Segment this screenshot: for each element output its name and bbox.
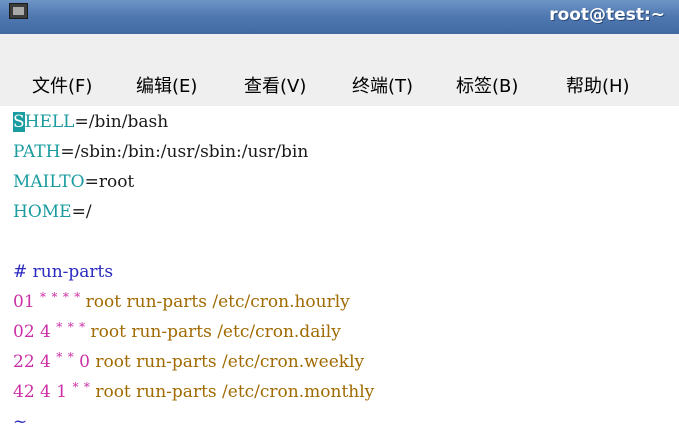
cron-day: 1 [56,382,68,402]
tilde-line: ~ [13,412,27,442]
env-value: /bin/bash [88,112,169,132]
cron-hour: 4 [40,382,51,402]
terminal-area[interactable]: SHELL=/bin/bash PATH=/sbin:/bin:/usr/sbi… [0,106,679,436]
cron-weekday: * [79,320,86,334]
window-title: root@test:~ [549,5,665,25]
cron-line-monthly: 42 4 1 * * root run-parts /etc/cron.mont… [13,380,375,412]
cron-line-hourly: 01 * * * * root run-parts /etc/cron.hour… [13,290,350,322]
cron-command: root run-parts /etc/cron.hourly [85,292,350,312]
menu-tabs[interactable]: 标签(B) [456,72,518,98]
cron-minute: 02 [13,322,35,342]
cron-weekday: 0 [79,352,90,372]
cron-day: * [56,320,63,334]
cron-hour: 4 [40,322,51,342]
cron-weekday: * [83,380,90,394]
env-value: /sbin:/bin:/usr/sbin:/usr/bin [74,142,309,162]
env-line-path: PATH=/sbin:/bin:/usr/sbin:/usr/bin [13,142,308,172]
cron-month: * [67,320,74,334]
title-bar[interactable]: root@test:~ [0,0,679,35]
cron-hour: * [40,290,47,304]
cron-day: * [56,350,63,364]
cron-day: * [51,290,58,304]
env-equals: = [74,112,89,132]
cron-minute: 01 [13,292,35,312]
env-equals: = [60,142,75,162]
cron-line-weekly: 22 4 * * 0 root run-parts /etc/cron.week… [13,350,365,382]
cron-hour: 4 [40,352,51,372]
cron-minute: 22 [13,352,35,372]
env-value: root [98,172,135,192]
comment-text: # run-parts [13,262,114,282]
cron-command: root run-parts /etc/cron.monthly [95,382,375,402]
cron-month: * [62,290,69,304]
cron-minute: 42 [13,382,35,402]
menu-edit[interactable]: 编辑(E) [136,72,197,98]
terminal-window-icon[interactable] [9,3,28,19]
text-cursor: S [13,112,25,132]
env-name: MAILTO [13,172,85,192]
menu-file[interactable]: 文件(F) [32,72,92,98]
cron-command: root run-parts /etc/cron.daily [90,322,341,342]
cron-month: * [67,350,74,364]
env-name: HELL [24,112,75,132]
menu-terminal[interactable]: 终端(T) [352,72,413,98]
cron-weekday: * [74,290,81,304]
menu-bar: 文件(F) 编辑(E) 查看(V) 终端(T) 标签(B) 帮助(H) [0,34,679,107]
cron-line-daily: 02 4 * * * root run-parts /etc/cron.dail… [13,320,341,352]
env-name: HOME [13,202,72,222]
env-equals: = [84,172,99,192]
comment-line: # run-parts [13,262,113,292]
menu-view[interactable]: 查看(V) [244,72,306,98]
cron-command: root run-parts /etc/cron.weekly [95,352,365,372]
env-name: PATH [13,142,61,162]
env-line-shell: SHELL=/bin/bash [13,112,168,142]
env-value: / [85,202,92,222]
env-equals: = [71,202,86,222]
env-line-mailto: MAILTO=root [13,172,134,202]
cron-month: * [72,380,79,394]
empty-line-tilde: ~ [13,412,28,432]
env-line-home: HOME=/ [13,202,92,232]
menu-help[interactable]: 帮助(H) [566,72,630,98]
